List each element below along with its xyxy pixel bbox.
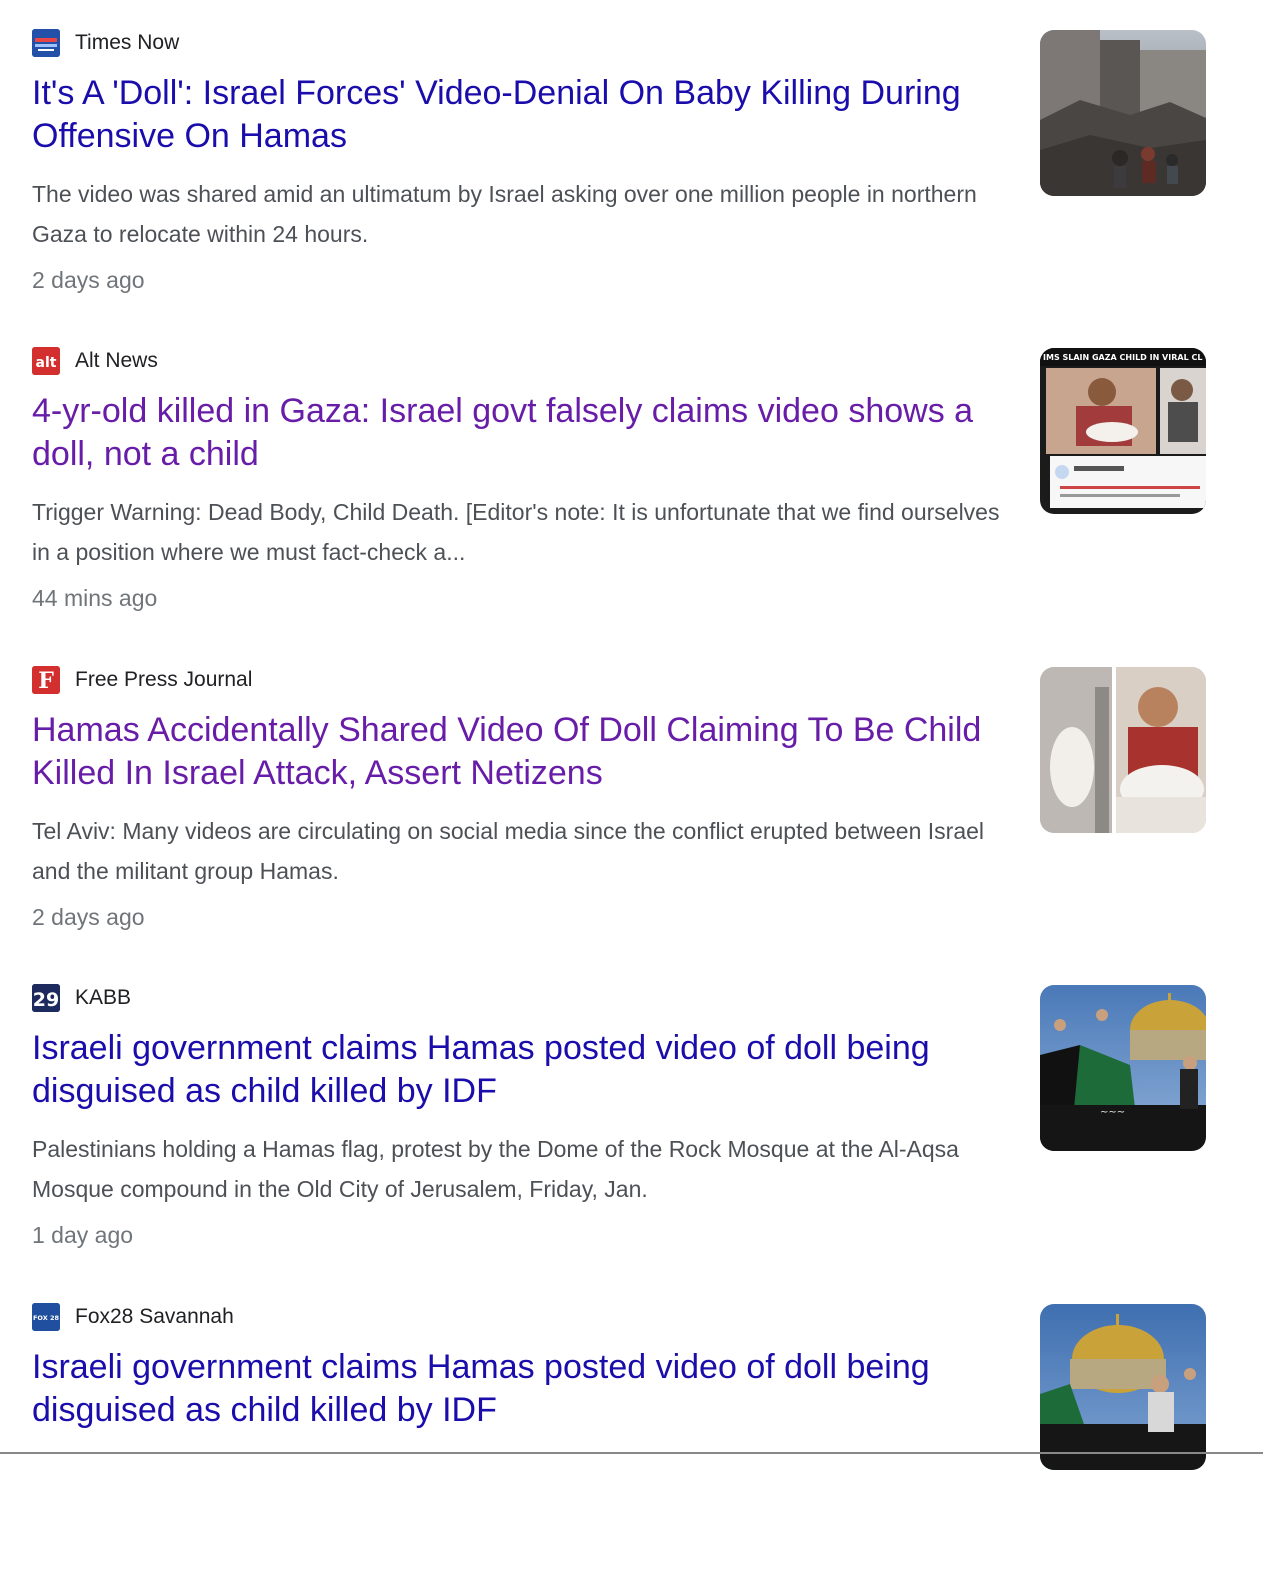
dome-protest-thumbnail-2[interactable] bbox=[1040, 1304, 1206, 1470]
timestamp: 2 days ago bbox=[32, 267, 145, 293]
favicon-text: 29 bbox=[33, 989, 59, 1011]
source-row: Times Now bbox=[32, 28, 179, 58]
news-result-card[interactable]: 29 KABB Israeli government claims Hamas … bbox=[0, 955, 1263, 1273]
source-name: Times Now bbox=[75, 31, 180, 54]
source-name: Free Press Journal bbox=[75, 668, 253, 691]
dome-protest-thumbnail[interactable]: ~~~ bbox=[1040, 985, 1206, 1151]
favicon-text: FOX 28 bbox=[33, 1314, 60, 1322]
timestamp: 1 day ago bbox=[32, 1222, 134, 1248]
favicon-text: F bbox=[38, 668, 54, 694]
source-name: KABB bbox=[75, 986, 132, 1009]
headline-link[interactable]: Hamas Accidentally Shared Video Of Doll … bbox=[32, 709, 1022, 795]
snippet: Palestinians holding a Hamas flag, prote… bbox=[32, 1136, 959, 1202]
source-row: F Free Press Journal bbox=[32, 665, 252, 695]
source-row: FOX 28 Fox28 Savannah bbox=[32, 1302, 234, 1332]
timestamp: 44 mins ago bbox=[32, 585, 158, 611]
source-row: alt Alt News bbox=[32, 346, 158, 376]
times-now-logo-icon bbox=[32, 29, 60, 57]
kabb-29-logo-icon: 29 bbox=[32, 984, 60, 1012]
news-result-card[interactable]: alt Alt News 4-yr-old killed in Gaza: Is… bbox=[0, 318, 1263, 636]
headline-link[interactable]: It's A 'Doll': Israel Forces' Video-Deni… bbox=[32, 72, 1022, 158]
snippet: The video was shared amid an ultimatum b… bbox=[32, 181, 977, 247]
source-row: 29 KABB bbox=[32, 983, 131, 1013]
news-result-card[interactable]: F Free Press Journal Hamas Accidentally … bbox=[0, 637, 1263, 955]
free-press-journal-logo-icon: F bbox=[32, 666, 60, 694]
thumbnail-caption: IMS SLAIN GAZA CHILD IN VIRAL CL bbox=[1043, 353, 1202, 362]
alt-news-logo-icon: alt bbox=[32, 347, 60, 375]
favicon-text: alt bbox=[36, 355, 57, 371]
headline-link[interactable]: Israeli government claims Hamas posted v… bbox=[32, 1346, 1022, 1432]
news-result-card[interactable]: FOX 28 Fox28 Savannah Israeli government… bbox=[0, 1274, 1263, 1592]
snippet: Tel Aviv: Many videos are circulating on… bbox=[32, 818, 985, 884]
headline-link[interactable]: Israeli government claims Hamas posted v… bbox=[32, 1027, 1022, 1113]
snippet: Trigger Warning: Dead Body, Child Death.… bbox=[32, 499, 1000, 565]
man-holding-child-thumbnail[interactable] bbox=[1040, 667, 1206, 833]
headline-link[interactable]: 4-yr-old killed in Gaza: Israel govt fal… bbox=[32, 390, 1022, 476]
fox28-logo-icon: FOX 28 bbox=[32, 1303, 60, 1331]
timestamp: 2 days ago bbox=[32, 904, 145, 930]
rubble-thumbnail[interactable] bbox=[1040, 30, 1206, 196]
video-collage-thumbnail[interactable]: IMS SLAIN GAZA CHILD IN VIRAL CL bbox=[1040, 348, 1206, 514]
news-result-card[interactable]: Times Now It's A 'Doll': Israel Forces' … bbox=[0, 0, 1263, 318]
source-name: Fox28 Savannah bbox=[75, 1305, 234, 1328]
svg-text:~~~: ~~~ bbox=[1100, 1107, 1125, 1118]
source-name: Alt News bbox=[75, 349, 158, 372]
